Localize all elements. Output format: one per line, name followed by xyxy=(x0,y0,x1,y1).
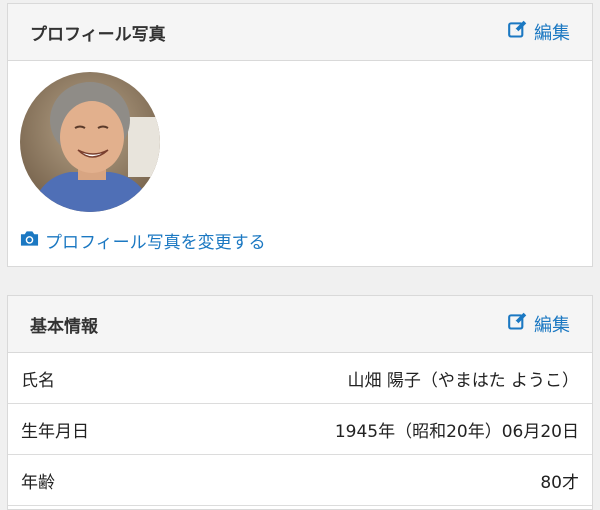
profile-photo-edit-button[interactable]: 編集 xyxy=(507,19,570,45)
profile-photo-card: プロフィール写真 編集 プロフィール写真を変更する xyxy=(7,3,593,267)
edit-icon xyxy=(507,19,528,45)
basic-info-card-header: 基本情報 編集 xyxy=(8,296,592,353)
info-value: 80才 xyxy=(540,472,579,493)
info-row-age: 年齢 80才 xyxy=(8,455,592,506)
camera-icon xyxy=(20,230,39,252)
avatar[interactable] xyxy=(20,72,160,212)
basic-info-edit-button[interactable]: 編集 xyxy=(507,311,570,337)
change-photo-label: プロフィール写真を変更する xyxy=(45,233,266,253)
info-label: 氏名 xyxy=(21,370,55,391)
basic-info-card: 基本情報 編集 氏名 山畑 陽子（やまはた ようこ） 生年月日 1945年（昭和… xyxy=(7,295,593,510)
info-label: 生年月日 xyxy=(21,421,89,442)
info-value: 山畑 陽子（やまはた ようこ） xyxy=(347,370,579,391)
change-profile-photo-link[interactable]: プロフィール写真を変更する xyxy=(20,228,266,253)
info-row-name: 氏名 山畑 陽子（やまはた ようこ） xyxy=(8,353,592,404)
profile-photo-card-header: プロフィール写真 編集 xyxy=(8,4,592,61)
edit-label: 編集 xyxy=(534,23,570,44)
basic-info-title: 基本情報 xyxy=(30,316,98,337)
edit-icon xyxy=(507,311,528,337)
profile-photo-title: プロフィール写真 xyxy=(30,24,166,45)
info-label: 年齢 xyxy=(21,472,55,493)
info-row-birthdate: 生年月日 1945年（昭和20年）06月20日 xyxy=(8,404,592,455)
edit-label: 編集 xyxy=(534,315,570,336)
profile-photo-body: プロフィール写真を変更する xyxy=(8,61,592,267)
info-value: 1945年（昭和20年）06月20日 xyxy=(334,421,579,442)
